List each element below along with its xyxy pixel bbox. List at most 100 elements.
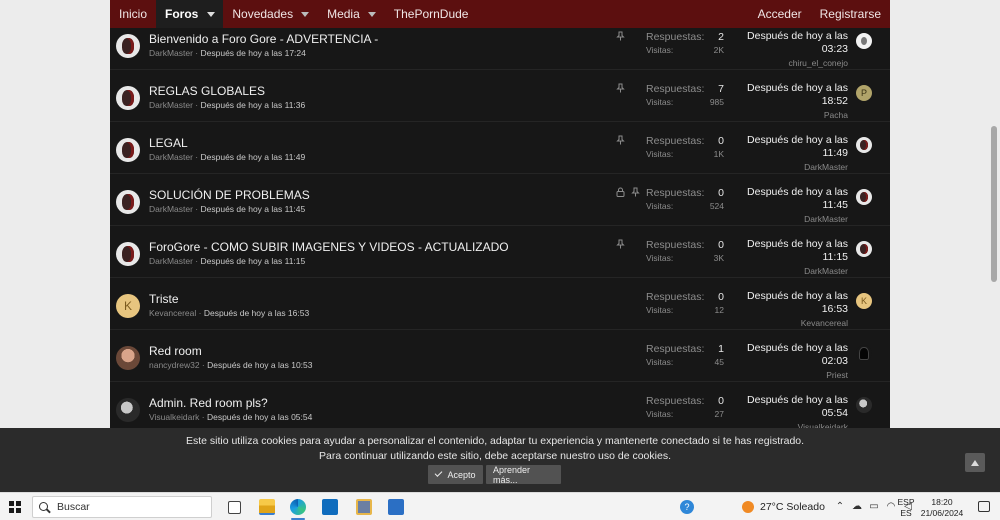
onedrive-icon[interactable]: ☁ bbox=[851, 501, 863, 512]
last-post-user[interactable]: Pacha bbox=[824, 110, 848, 120]
last-post-user[interactable]: DarkMaster bbox=[804, 266, 848, 276]
login-link[interactable]: Acceder bbox=[749, 0, 811, 28]
thread-row[interactable]: Bienvenido a Foro Gore - ADVERTENCIA - Da… bbox=[110, 28, 890, 70]
thread-row[interactable]: LEGAL DarkMaster · Después de hoy a las 1… bbox=[110, 122, 890, 174]
last-post-date[interactable]: Después de hoy a las 11:45 bbox=[738, 186, 848, 212]
thread-date[interactable]: Después de hoy a las 10:53 bbox=[207, 360, 312, 370]
edge-browser-icon[interactable] bbox=[290, 499, 306, 515]
app-icon[interactable] bbox=[356, 499, 372, 515]
nav-item-inicio[interactable]: Inicio bbox=[110, 0, 156, 28]
battery-icon[interactable]: ▭ bbox=[868, 501, 880, 512]
back-to-top-button[interactable] bbox=[965, 453, 985, 472]
thread-row[interactable]: ForoGore - COMO SUBIR IMAGENES Y VIDEOS … bbox=[110, 226, 890, 278]
thread-row[interactable]: Admin. Red room pls? Visualkeidark · Desp… bbox=[110, 382, 890, 428]
thread-title[interactable]: Triste bbox=[149, 292, 179, 306]
last-post-date[interactable]: Después de hoy a las 05:54 bbox=[738, 394, 848, 420]
last-poster-avatar[interactable] bbox=[856, 189, 872, 205]
last-post-date[interactable]: Después de hoy a las 11:49 bbox=[738, 134, 848, 160]
thread-author[interactable]: Kevancereal bbox=[149, 308, 196, 318]
thread-row[interactable]: SOLUCIÓN DE PROBLEMAS DarkMaster · Despué… bbox=[110, 174, 890, 226]
thread-date[interactable]: Después de hoy a las 05:54 bbox=[207, 412, 312, 422]
last-post-date[interactable]: Después de hoy a las 16:53 bbox=[738, 290, 848, 316]
scrollbar-thumb[interactable] bbox=[991, 126, 997, 282]
language-line-2: ES bbox=[900, 508, 912, 518]
pin-icon bbox=[616, 239, 625, 251]
thread-date[interactable]: Después de hoy a las 17:24 bbox=[201, 48, 306, 58]
thread-date[interactable]: Después de hoy a las 11:36 bbox=[201, 100, 306, 110]
thread-author[interactable]: Visualkeidark bbox=[149, 412, 199, 422]
mail-icon[interactable] bbox=[322, 499, 338, 515]
avatar[interactable] bbox=[116, 346, 140, 370]
nav-item-theporndude[interactable]: ThePornDude bbox=[385, 0, 478, 28]
register-link[interactable]: Registrarse bbox=[811, 0, 890, 28]
thread-title[interactable]: SOLUCIÓN DE PROBLEMAS bbox=[149, 188, 310, 202]
last-post-date[interactable]: Después de hoy a las 18:52 bbox=[738, 82, 848, 108]
system-clock[interactable]: 18:20 21/06/2024 bbox=[918, 497, 966, 519]
last-post-date[interactable]: Después de hoy a las 02:03 bbox=[738, 342, 848, 368]
avatar[interactable]: K bbox=[116, 294, 140, 318]
chevron-down-icon[interactable] bbox=[367, 11, 376, 17]
thread-title[interactable]: Bienvenido a Foro Gore - ADVERTENCIA - bbox=[149, 32, 378, 46]
thread-date[interactable]: Después de hoy a las 11:45 bbox=[201, 204, 306, 214]
last-post-user[interactable]: Priest bbox=[826, 370, 848, 380]
last-post-user[interactable]: chiru_el_conejo bbox=[788, 58, 848, 68]
thread-row[interactable]: REGLAS GLOBALES DarkMaster · Después de h… bbox=[110, 70, 890, 122]
sun-weather-icon[interactable] bbox=[742, 501, 754, 513]
avatar-letter: P bbox=[860, 88, 867, 98]
last-post-user[interactable]: DarkMaster bbox=[804, 214, 848, 224]
chevron-down-icon[interactable] bbox=[301, 11, 310, 17]
avatar[interactable] bbox=[116, 138, 140, 162]
file-explorer-icon[interactable] bbox=[259, 499, 275, 515]
thread-author[interactable]: DarkMaster bbox=[149, 48, 193, 58]
learn-more-button[interactable]: Aprender más... bbox=[486, 465, 561, 485]
task-view-icon[interactable] bbox=[228, 501, 241, 514]
thread-author[interactable]: DarkMaster bbox=[149, 204, 193, 214]
avatar[interactable] bbox=[116, 242, 140, 266]
weather-readout[interactable]: 27°C Soleado bbox=[760, 501, 825, 513]
nav-item-novedades[interactable]: Novedades bbox=[223, 0, 318, 28]
thread-title[interactable]: Admin. Red room pls? bbox=[149, 396, 268, 410]
avatar[interactable] bbox=[116, 86, 140, 110]
thread-row[interactable]: Red room nancydrew32 · Después de hoy a l… bbox=[110, 330, 890, 382]
last-poster-avatar[interactable] bbox=[856, 397, 872, 413]
last-poster-avatar[interactable]: K bbox=[856, 293, 872, 309]
nav-item-media[interactable]: Media bbox=[318, 0, 385, 28]
last-poster-avatar[interactable]: P bbox=[856, 85, 872, 101]
nav-item-label: ThePornDude bbox=[393, 7, 469, 21]
avatar[interactable] bbox=[116, 34, 140, 58]
avatar[interactable] bbox=[116, 190, 140, 214]
last-poster-avatar[interactable] bbox=[856, 137, 872, 153]
accept-cookies-button[interactable]: Acepto bbox=[428, 465, 483, 484]
thread-author[interactable]: DarkMaster bbox=[149, 152, 193, 162]
thread-author[interactable]: nancydrew32 bbox=[149, 360, 200, 370]
taskbar-search-input[interactable]: Buscar bbox=[32, 496, 212, 518]
last-post-date[interactable]: Después de hoy a las 03:23 bbox=[738, 30, 848, 56]
thread-title[interactable]: ForoGore - COMO SUBIR IMAGENES Y VIDEOS … bbox=[149, 240, 509, 254]
notification-icon[interactable] bbox=[978, 501, 990, 512]
thread-date[interactable]: Después de hoy a las 16:53 bbox=[204, 308, 309, 318]
thread-date[interactable]: Después de hoy a las 11:49 bbox=[201, 152, 306, 162]
last-poster-avatar[interactable] bbox=[856, 345, 872, 361]
thread-title[interactable]: LEGAL bbox=[149, 136, 188, 150]
last-poster-avatar[interactable] bbox=[856, 241, 872, 257]
nav-item-foros[interactable]: Foros bbox=[156, 0, 224, 28]
language-indicator[interactable]: ESP ES bbox=[896, 497, 916, 519]
last-post-user[interactable]: Kevancereal bbox=[801, 318, 848, 328]
windows-start-icon[interactable] bbox=[9, 501, 21, 513]
chevron-up-icon[interactable]: ⌃ bbox=[834, 501, 846, 512]
chevron-down-icon[interactable] bbox=[207, 11, 216, 17]
help-icon[interactable]: ? bbox=[680, 500, 694, 514]
thread-row[interactable]: K Triste Kevancereal · Después de hoy a la… bbox=[110, 278, 890, 330]
last-post-date[interactable]: Después de hoy a las 11:15 bbox=[738, 238, 848, 264]
last-poster-avatar[interactable] bbox=[856, 33, 872, 49]
thread-author[interactable]: DarkMaster bbox=[149, 100, 193, 110]
thread-title[interactable]: Red room bbox=[149, 344, 202, 358]
last-post-user[interactable]: DarkMaster bbox=[804, 162, 848, 172]
thread-title[interactable]: REGLAS GLOBALES bbox=[149, 84, 265, 98]
avatar-letter: K bbox=[123, 299, 132, 313]
page-scrollbar[interactable] bbox=[988, 28, 1000, 428]
thread-date[interactable]: Después de hoy a las 11:15 bbox=[201, 256, 306, 266]
avatar[interactable] bbox=[116, 398, 140, 422]
thread-author[interactable]: DarkMaster bbox=[149, 256, 193, 266]
microsoft-store-icon[interactable] bbox=[388, 499, 404, 515]
